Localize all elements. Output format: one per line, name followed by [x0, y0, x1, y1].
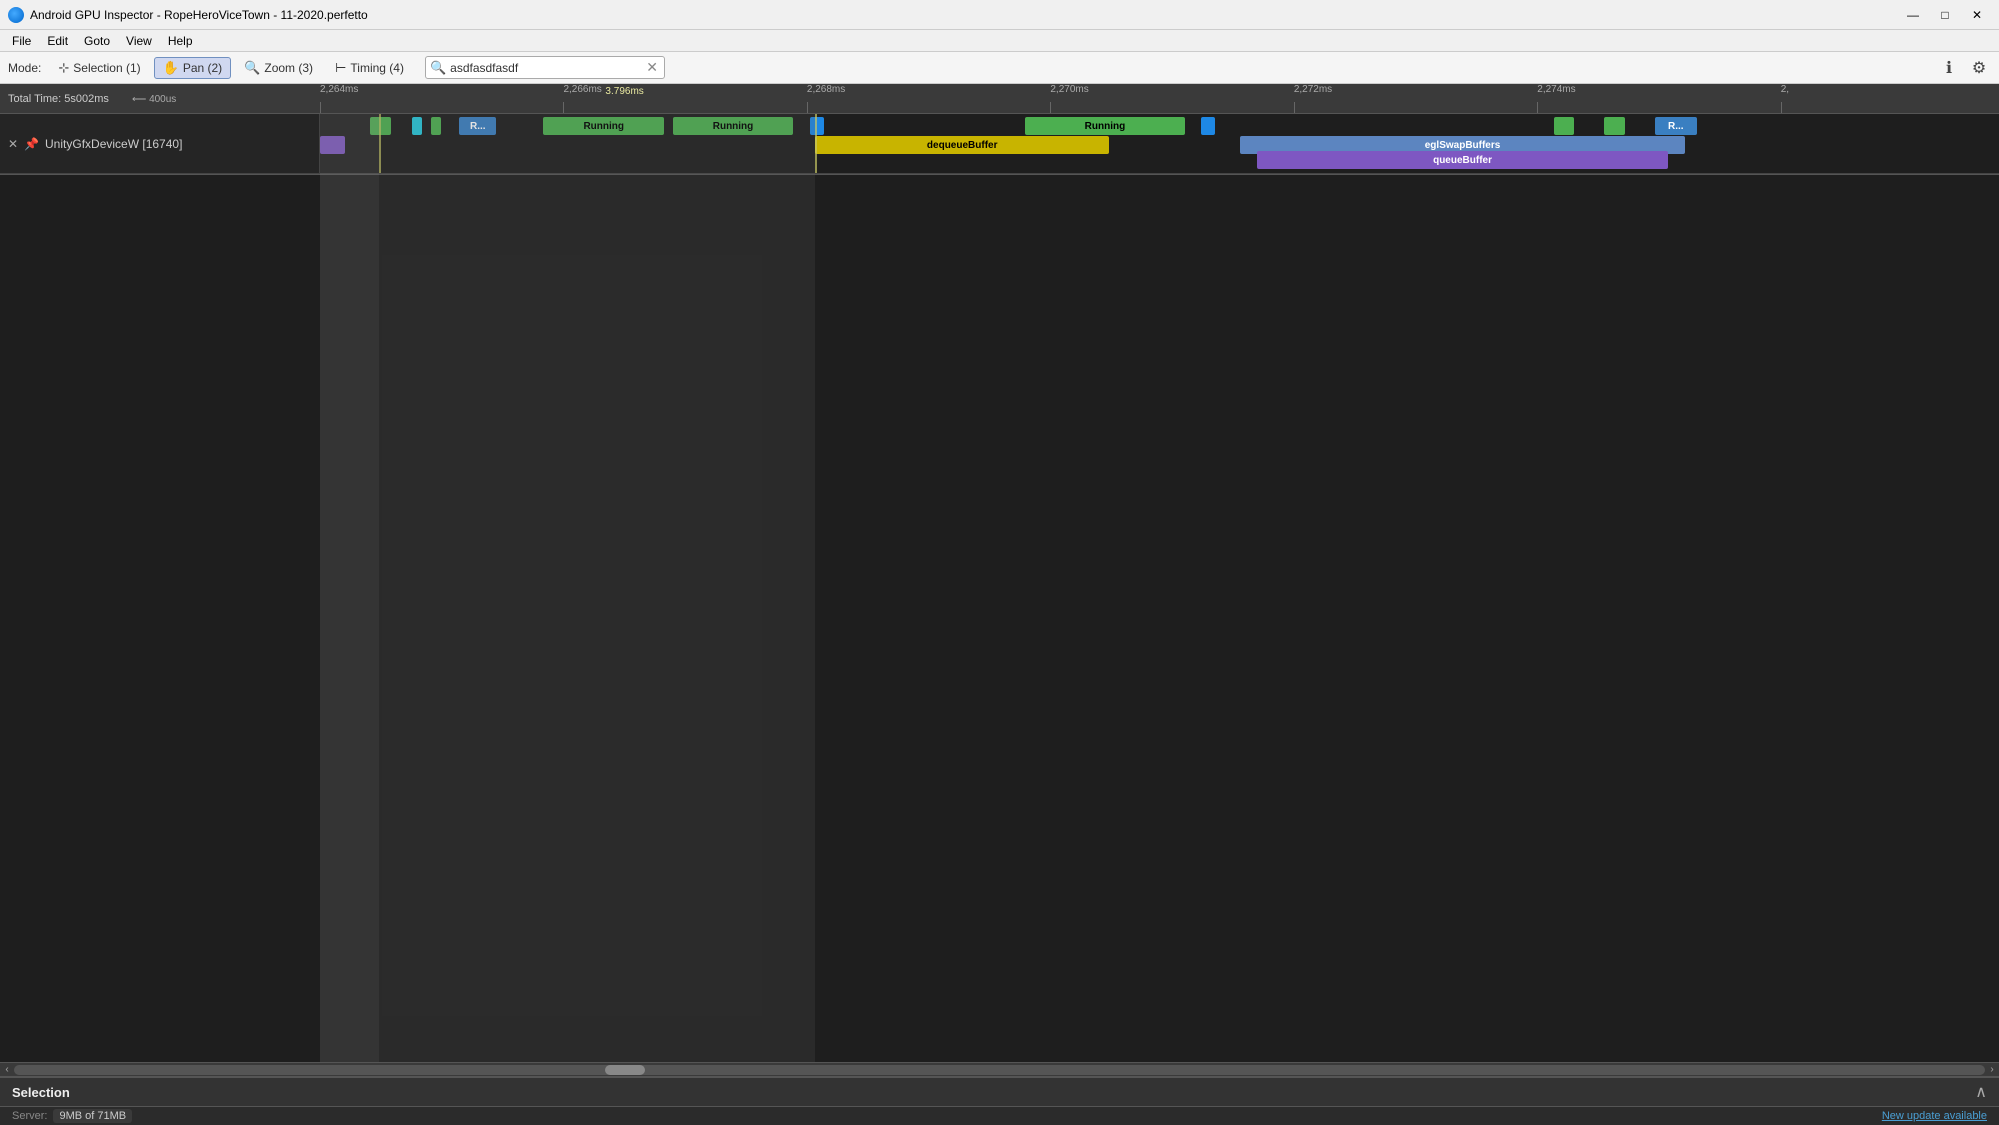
settings-button[interactable]: ⚙ — [1967, 56, 1991, 80]
scroll-prev-button[interactable]: ‹ — [0, 1063, 14, 1077]
mode-selection-button[interactable]: ⊹ Selection (1) — [49, 57, 149, 79]
selection-range-label: 3.796ms — [605, 86, 643, 97]
selection-title: Selection — [12, 1085, 70, 1100]
bottom-panel: Selection ∧ Server: 9MB of 71MB New upda… — [0, 1076, 1999, 1125]
time-tick-label: 2,266ms — [563, 84, 601, 95]
search-container: 🔍 ✕ — [425, 56, 665, 79]
trace-segment[interactable]: Running — [1025, 117, 1185, 135]
mode-zoom-label: Zoom (3) — [264, 61, 313, 75]
track-label: ✕ 📌 UnityGfxDeviceW [16740] — [0, 114, 320, 173]
time-tick-line — [1781, 102, 1782, 113]
menu-bar: File Edit Goto View Help — [0, 30, 1999, 52]
time-tick-line — [1050, 102, 1051, 113]
server-value: 9MB of 71MB — [53, 1109, 132, 1123]
server-label: Server: — [12, 1110, 47, 1122]
time-tick-label: 2,268ms — [807, 84, 845, 95]
time-tick-label: 2, — [1781, 84, 1789, 95]
toolbar: Mode: ⊹ Selection (1) ✋ Pan (2) 🔍 Zoom (… — [0, 52, 1999, 84]
trace-segment[interactable] — [1554, 117, 1574, 135]
mode-zoom-button[interactable]: 🔍 Zoom (3) — [235, 57, 322, 79]
selection-icon: ⊹ — [58, 60, 69, 76]
menu-view[interactable]: View — [118, 32, 160, 50]
title-bar-left: Android GPU Inspector - RopeHeroViceTown… — [8, 7, 368, 23]
trace-segment[interactable] — [431, 117, 441, 135]
time-tick-label: 2,270ms — [1050, 84, 1088, 95]
timing-icon: ⊢ — [335, 60, 346, 76]
main-content: Total Time: 5s002ms ⟵ 400us 3.796ms 2,26… — [0, 84, 1999, 1125]
track-name: UnityGfxDeviceW [16740] — [45, 137, 182, 151]
track-row: ✕ 📌 UnityGfxDeviceW [16740] R...RunningR… — [0, 114, 1999, 174]
time-tick-line — [1294, 102, 1295, 113]
mode-pan-label: Pan (2) — [183, 61, 222, 75]
scroll-next-button[interactable]: › — [1985, 1063, 1999, 1077]
mode-pan-button[interactable]: ✋ Pan (2) — [154, 57, 232, 79]
track-content[interactable]: R... Running Running Running R... dequeueBuff… — [320, 114, 1999, 173]
maximize-button[interactable]: □ — [1931, 4, 1959, 26]
trace-segment[interactable]: R... — [1655, 117, 1697, 135]
time-tick-line — [320, 102, 321, 113]
search-clear-button[interactable]: ✕ — [644, 59, 660, 76]
trace-segment[interactable] — [1201, 117, 1214, 135]
track-collapse-button[interactable]: ✕ — [8, 137, 18, 151]
scrollbar-track[interactable] — [14, 1065, 1985, 1075]
minimize-button[interactable]: — — [1899, 4, 1927, 26]
mode-timing-label: Timing (4) — [350, 61, 404, 75]
trace-segment[interactable] — [320, 136, 345, 154]
timeline-header: Total Time: 5s002ms ⟵ 400us 3.796ms 2,26… — [0, 84, 1999, 114]
trace-segment[interactable] — [370, 117, 390, 135]
time-tick-label: 2,272ms — [1294, 84, 1332, 95]
window-controls: — □ ✕ — [1899, 4, 1991, 26]
trace-segment[interactable]: R... — [459, 117, 496, 135]
trace-segment[interactable]: dequeueBuffer — [815, 136, 1109, 154]
info-button[interactable]: ℹ — [1937, 56, 1961, 80]
trace-segment[interactable]: Running — [673, 117, 794, 135]
total-time: Total Time: 5s002ms ⟵ 400us — [0, 93, 320, 105]
toolbar-right: ℹ ⚙ — [1937, 56, 1991, 80]
trace-segment[interactable]: queueBuffer — [1257, 151, 1668, 169]
title-text: Android GPU Inspector - RopeHeroViceTown… — [30, 8, 368, 22]
search-input[interactable] — [450, 61, 644, 75]
trace-segment[interactable] — [1604, 117, 1624, 135]
server-info: Server: 9MB of 71MB — [12, 1109, 132, 1123]
zoom-icon: 🔍 — [244, 60, 260, 76]
empty-track-area[interactable] — [0, 175, 1999, 1062]
menu-file[interactable]: File — [4, 32, 39, 50]
mode-timing-button[interactable]: ⊢ Timing (4) — [326, 57, 413, 79]
trace-segment[interactable] — [810, 117, 823, 135]
track-area[interactable]: ✕ 📌 UnityGfxDeviceW [16740] R...RunningR… — [0, 114, 1999, 1062]
scale-indicator: ⟵ 400us — [132, 94, 176, 105]
menu-help[interactable]: Help — [160, 32, 201, 50]
mode-label: Mode: — [8, 61, 41, 75]
menu-goto[interactable]: Goto — [76, 32, 118, 50]
status-bar: Server: 9MB of 71MB New update available — [0, 1107, 1999, 1125]
scrollbar-area: ‹ › — [0, 1062, 1999, 1076]
title-bar: Android GPU Inspector - RopeHeroViceTown… — [0, 0, 1999, 30]
search-icon: 🔍 — [430, 60, 446, 76]
trace-segment[interactable]: Running — [543, 117, 664, 135]
track-pin-button[interactable]: 📌 — [24, 137, 39, 151]
bottom-panel-header: Selection ∧ — [0, 1078, 1999, 1107]
collapse-button[interactable]: ∧ — [1975, 1082, 1987, 1102]
scrollbar-thumb[interactable] — [605, 1065, 645, 1075]
app-icon — [8, 7, 24, 23]
update-link[interactable]: New update available — [1882, 1110, 1987, 1122]
time-tick-line — [807, 102, 808, 113]
trace-segment[interactable] — [412, 117, 422, 135]
time-ruler: 3.796ms 2,264ms 2,266ms 2,268ms 2,270ms 2,27… — [320, 84, 1999, 113]
time-tick-line — [1537, 102, 1538, 113]
close-button[interactable]: ✕ — [1963, 4, 1991, 26]
menu-edit[interactable]: Edit — [39, 32, 76, 50]
time-tick-label: 2,264ms — [320, 84, 358, 95]
mode-selection-label: Selection (1) — [73, 61, 140, 75]
time-tick-label: 2,274ms — [1537, 84, 1575, 95]
pan-icon: ✋ — [163, 60, 179, 76]
time-tick-line — [563, 102, 564, 113]
